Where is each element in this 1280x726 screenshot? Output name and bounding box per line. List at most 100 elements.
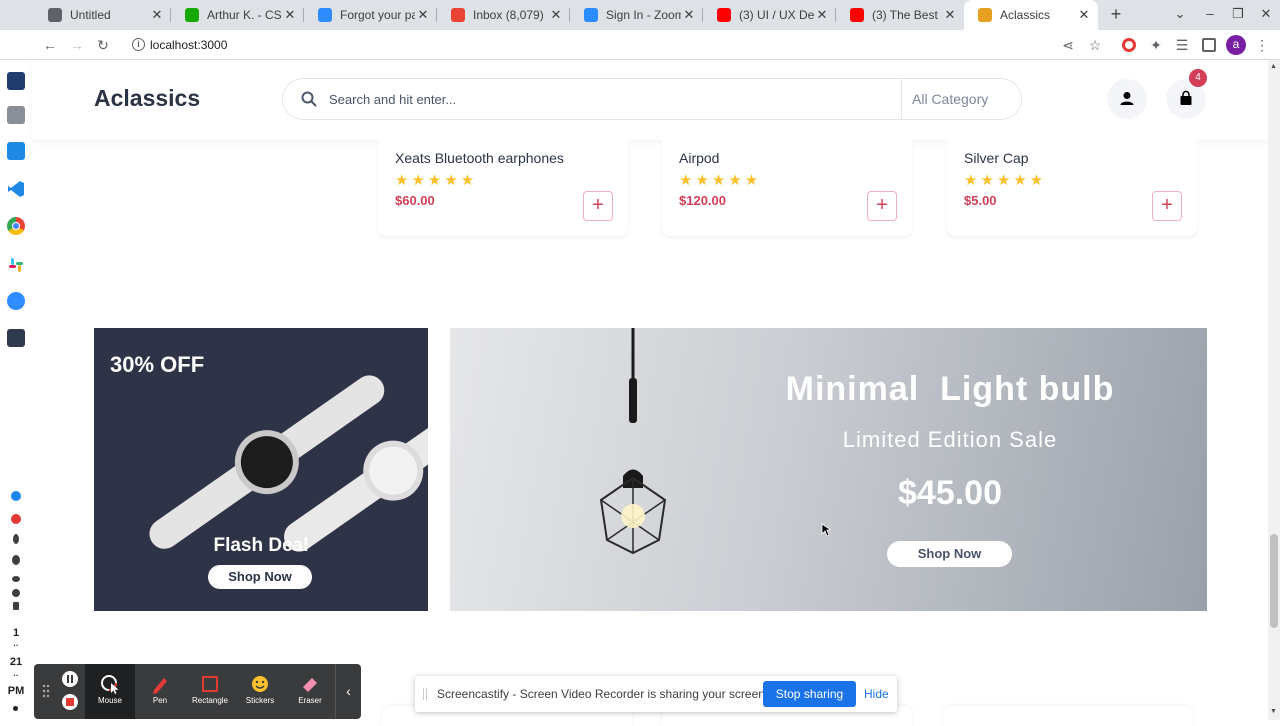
product-card-partial[interactable] bbox=[943, 706, 1193, 726]
browser-tab[interactable]: Sign In - Zoom ✕ bbox=[570, 0, 703, 30]
close-window-icon[interactable]: ✕ bbox=[1256, 6, 1276, 22]
side-panel-icon[interactable] bbox=[1202, 38, 1216, 52]
category-select[interactable]: All Category bbox=[901, 79, 1021, 119]
forward-icon[interactable]: → bbox=[67, 35, 87, 55]
back-icon[interactable]: ← bbox=[40, 35, 60, 55]
tool-label: Stickers bbox=[245, 696, 275, 705]
tab-close-icon[interactable]: ✕ bbox=[814, 7, 830, 23]
search-input[interactable] bbox=[329, 89, 889, 109]
mouse-tool-icon bbox=[101, 675, 119, 694]
eraser-tool-button[interactable]: Eraser bbox=[285, 664, 335, 719]
drag-handle-icon[interactable] bbox=[42, 684, 50, 698]
reading-list-icon[interactable]: ☰ bbox=[1172, 35, 1192, 55]
address-bar[interactable]: i localhost:3000 bbox=[122, 33, 1112, 57]
tab-close-icon[interactable]: ✕ bbox=[1076, 7, 1092, 23]
files-app-icon[interactable] bbox=[7, 106, 25, 124]
vscode-app-icon[interactable] bbox=[7, 180, 25, 198]
site-info-icon[interactable]: i bbox=[132, 38, 145, 51]
meet-status-icon[interactable] bbox=[11, 491, 21, 501]
bulb-banner-subtitle: Limited Edition Sale bbox=[842, 427, 1058, 452]
product-name[interactable]: Xeats Bluetooth earphones bbox=[395, 150, 564, 166]
drag-handle-icon[interactable] bbox=[423, 688, 427, 700]
reload-icon[interactable]: ↻ bbox=[93, 35, 113, 55]
restore-icon[interactable]: ❐ bbox=[1228, 6, 1248, 22]
rectangle-tool-button[interactable]: Rectangle bbox=[185, 664, 235, 719]
share-icon[interactable]: ⋖ bbox=[1058, 35, 1078, 55]
product-name[interactable]: Airpod bbox=[679, 150, 719, 166]
browser-tab-active[interactable]: Aclassics ✕ bbox=[964, 0, 1098, 30]
tab-search-icon[interactable]: ⌄ bbox=[1170, 6, 1190, 22]
scroll-down-icon[interactable]: ▼ bbox=[1270, 708, 1277, 715]
window-app-icon[interactable] bbox=[7, 72, 25, 90]
light-bulb-banner[interactable]: Minimal Light bulb Limited Edition Sale … bbox=[450, 328, 1207, 611]
browser-tab[interactable]: (3) UI / UX Des ✕ bbox=[703, 0, 836, 30]
browser-tab[interactable]: Inbox (8,079) ✕ bbox=[437, 0, 570, 30]
bluetooth-icon[interactable] bbox=[13, 534, 19, 544]
tab-favicon-icon bbox=[48, 8, 62, 22]
stickers-tool-button[interactable]: Stickers bbox=[235, 664, 285, 719]
stop-recording-button[interactable] bbox=[62, 694, 78, 710]
store-app-icon[interactable] bbox=[7, 142, 25, 160]
new-tab-button[interactable]: + bbox=[1106, 4, 1126, 26]
brand-logo[interactable]: Aclassics bbox=[94, 85, 200, 112]
pause-recording-button[interactable] bbox=[62, 671, 78, 687]
slack-app-icon[interactable] bbox=[7, 256, 25, 274]
tab-label: Inbox (8,079) bbox=[473, 8, 544, 22]
tab-close-icon[interactable]: ✕ bbox=[149, 7, 165, 23]
add-to-cart-button[interactable]: + bbox=[867, 191, 897, 221]
opera-extension-icon[interactable] bbox=[1122, 38, 1136, 52]
chrome-app-icon[interactable] bbox=[7, 217, 25, 235]
stop-sharing-button[interactable]: Stop sharing bbox=[763, 681, 856, 707]
notification-dot-icon[interactable] bbox=[13, 706, 18, 711]
product-card[interactable]: Airpod ★★★★★ $120.00 + bbox=[662, 140, 912, 236]
tab-favicon-icon bbox=[318, 8, 332, 22]
bulb-shop-now-button[interactable]: Shop Now bbox=[887, 541, 1012, 567]
flash-shop-now-button[interactable]: Shop Now bbox=[208, 565, 312, 589]
scroll-thumb[interactable] bbox=[1270, 534, 1278, 628]
tab-close-icon[interactable]: ✕ bbox=[681, 7, 697, 23]
tab-close-icon[interactable]: ✕ bbox=[282, 7, 298, 23]
tab-close-icon[interactable]: ✕ bbox=[942, 7, 958, 23]
product-card[interactable]: Silver Cap ★★★★★ $5.00 + bbox=[947, 140, 1197, 236]
product-name[interactable]: Silver Cap bbox=[964, 150, 1029, 166]
tab-favicon-icon bbox=[717, 8, 731, 22]
rating-stars-icon: ★★★★★ bbox=[395, 172, 478, 189]
mouse-tool-button[interactable]: Mouse bbox=[85, 664, 135, 719]
product-price: $120.00 bbox=[679, 193, 726, 208]
scroll-up-icon[interactable]: ▲ bbox=[1270, 63, 1277, 70]
browser-tab[interactable]: (3) The Best S ✕ bbox=[836, 0, 964, 30]
product-price: $60.00 bbox=[395, 193, 435, 208]
tool-label: Eraser bbox=[298, 696, 322, 705]
bookmark-star-icon[interactable]: ☆ bbox=[1085, 35, 1105, 55]
user-icon bbox=[1120, 92, 1134, 105]
account-button[interactable] bbox=[1107, 79, 1147, 119]
collapse-toolbar-icon[interactable]: ‹ bbox=[335, 664, 361, 719]
browser-menu-icon[interactable]: ⋮ bbox=[1252, 35, 1272, 55]
record-status-icon[interactable] bbox=[11, 514, 21, 524]
hide-banner-button[interactable]: Hide bbox=[864, 687, 889, 701]
tab-close-icon[interactable]: ✕ bbox=[548, 7, 564, 23]
pendant-lamp-image bbox=[599, 328, 667, 555]
page-scrollbar[interactable]: ▲ ▼ bbox=[1268, 60, 1280, 720]
terminal-app-icon[interactable] bbox=[7, 329, 25, 347]
tab-close-icon[interactable]: ✕ bbox=[415, 7, 431, 23]
minimize-icon[interactable]: – bbox=[1200, 6, 1220, 21]
volume-icon[interactable] bbox=[12, 589, 20, 597]
profile-avatar[interactable]: a bbox=[1226, 35, 1246, 55]
product-card[interactable]: Xeats Bluetooth earphones ★★★★★ $60.00 + bbox=[378, 140, 628, 236]
flash-deal-banner[interactable]: 30% OFF Flash Deal Shop Now bbox=[94, 328, 428, 611]
add-to-cart-button[interactable]: + bbox=[583, 191, 613, 221]
wifi-icon[interactable] bbox=[12, 576, 20, 582]
zoom-app-icon[interactable] bbox=[7, 292, 25, 310]
add-to-cart-button[interactable]: + bbox=[1152, 191, 1182, 221]
accessibility-icon[interactable] bbox=[12, 555, 20, 565]
browser-tab[interactable]: Forgot your pa ✕ bbox=[304, 0, 437, 30]
extensions-puzzle-icon[interactable]: ✦ bbox=[1146, 35, 1166, 55]
screencastify-toolbar: Mouse Pen Rectangle Stickers Eraser ‹ bbox=[34, 664, 361, 719]
browser-tab[interactable]: Arthur K. - CS ✕ bbox=[171, 0, 304, 30]
browser-tab[interactable]: Untitled ✕ bbox=[34, 0, 171, 30]
pen-tool-button[interactable]: Pen bbox=[135, 664, 185, 719]
battery-icon[interactable] bbox=[13, 602, 19, 610]
browser-toolbar: ← → ↻ i localhost:3000 ⋖ ☆ ✦ ☰ a ⋮ bbox=[0, 30, 1280, 60]
tool-label: Rectangle bbox=[191, 696, 229, 705]
